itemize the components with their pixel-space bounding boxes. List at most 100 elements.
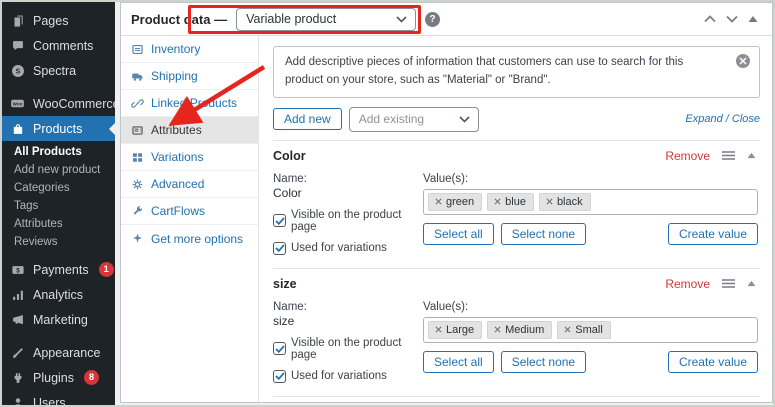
sidebar-item-comments[interactable]: Comments: [2, 33, 115, 58]
add-new-button[interactable]: Add new: [273, 108, 342, 131]
value-chip-label: black: [556, 195, 583, 208]
create-value-button[interactable]: Create value: [667, 350, 758, 373]
tab-linked-products[interactable]: Linked Products: [121, 90, 258, 117]
remove-value-icon[interactable]: [546, 198, 553, 205]
drag-handle-icon[interactable]: [722, 279, 735, 288]
value-chip-label: blue: [505, 195, 526, 208]
sidebar-item-label: Marketing: [33, 312, 88, 327]
sidebar-item-label: Pages: [33, 13, 69, 28]
remove-value-icon[interactable]: [435, 198, 442, 205]
remove-attribute-link[interactable]: Remove: [665, 149, 710, 163]
submenu-all-products[interactable]: All Products: [2, 143, 115, 161]
variations-checkbox-row[interactable]: Used for variations: [273, 241, 409, 255]
remove-attribute-link[interactable]: Remove: [665, 277, 710, 291]
tab-variations[interactable]: Variations: [121, 144, 258, 171]
values-input[interactable]: Large Medium Small: [423, 316, 758, 343]
plugins-badge: 8: [84, 370, 99, 385]
name-label: Name:: [273, 172, 307, 185]
tab-shipping[interactable]: Shipping: [121, 63, 258, 90]
sidebar-item-label: Spectra: [33, 63, 77, 78]
select-all-button[interactable]: Select all: [423, 350, 494, 373]
move-down-icon[interactable]: [726, 15, 738, 23]
attribute-header[interactable]: size Remove: [273, 269, 760, 299]
sidebar-item-pages[interactable]: Pages: [2, 8, 115, 33]
create-value-button[interactable]: Create value: [667, 222, 758, 245]
expand-link[interactable]: Expand: [685, 113, 722, 125]
value-chip-label: green: [446, 195, 475, 208]
move-up-icon[interactable]: [704, 15, 716, 23]
product-data-panel: Product data — Variable product ? Invent…: [120, 2, 773, 403]
attributes-toolbar: Add new Add existing Expand / Close: [273, 106, 760, 132]
attribute-header[interactable]: Color Remove: [273, 141, 760, 171]
toggle-panel-icon[interactable]: [748, 15, 758, 23]
tab-advanced[interactable]: Advanced: [121, 171, 258, 198]
dismiss-notice-icon[interactable]: [736, 54, 750, 68]
values-input[interactable]: green blue black: [423, 188, 758, 215]
select-none-button[interactable]: Select none: [500, 350, 587, 373]
close-link[interactable]: Close: [732, 113, 760, 125]
sidebar-item-analytics[interactable]: Analytics: [2, 282, 115, 307]
remove-value-icon[interactable]: [564, 326, 571, 333]
variations-checkbox-label: Used for variations: [291, 370, 387, 383]
sidebar-item-marketing[interactable]: Marketing: [2, 307, 115, 332]
visible-checkbox-row[interactable]: Visible on the product page: [273, 337, 409, 361]
value-chip: blue: [487, 192, 534, 211]
submenu-categories[interactable]: Categories: [2, 179, 115, 197]
advanced-gear-icon: [131, 178, 144, 191]
help-icon[interactable]: ?: [425, 11, 441, 27]
submenu-tags[interactable]: Tags: [2, 197, 115, 215]
sidebar-item-plugins[interactable]: Plugins 8: [2, 365, 115, 390]
sidebar-item-users[interactable]: Users: [2, 390, 115, 405]
sidebar-item-spectra[interactable]: S Spectra: [2, 58, 115, 83]
link-separator: /: [722, 113, 732, 126]
value-chip: green: [428, 192, 483, 211]
value-chip: Small: [557, 320, 611, 339]
visible-checkbox-label: Visible on the product page: [291, 208, 402, 233]
svg-text:S: S: [15, 68, 20, 75]
payments-icon: $: [10, 262, 25, 277]
tab-label: Variations: [151, 150, 204, 164]
product-type-select[interactable]: Variable product: [236, 7, 417, 31]
variations-checkbox[interactable]: [273, 369, 286, 383]
collapse-attribute-icon[interactable]: [747, 280, 756, 287]
inventory-icon: [131, 43, 144, 56]
submenu-reviews[interactable]: Reviews: [2, 233, 115, 251]
add-existing-select[interactable]: Add existing: [348, 106, 479, 132]
collapse-attribute-icon[interactable]: [747, 152, 756, 159]
submenu-attributes[interactable]: Attributes: [2, 215, 115, 233]
sidebar-item-products[interactable]: Products: [2, 116, 115, 141]
tab-inventory[interactable]: Inventory: [121, 36, 258, 63]
visible-checkbox-row[interactable]: Visible on the product page: [273, 209, 409, 233]
sidebar-item-label: Analytics: [33, 287, 84, 302]
variations-checkbox[interactable]: [273, 241, 286, 255]
product-data-header: Product data — Variable product ?: [121, 3, 772, 36]
tab-get-more-options[interactable]: Get more options: [121, 225, 258, 252]
sidebar-item-appearance[interactable]: Appearance: [2, 340, 115, 365]
sidebar-item-label: Users: [33, 395, 66, 406]
select-all-button[interactable]: Select all: [423, 222, 494, 245]
visible-checkbox[interactable]: [273, 214, 286, 228]
woocommerce-product-data-screen: Pages Comments S Spectra Woo WooCommerce…: [0, 0, 775, 407]
remove-value-icon[interactable]: [435, 326, 442, 333]
visible-checkbox[interactable]: [273, 342, 286, 356]
sidebar-item-payments[interactable]: $ Payments 1: [2, 257, 115, 282]
select-none-button[interactable]: Select none: [500, 222, 587, 245]
tab-cartflows[interactable]: CartFlows: [121, 198, 258, 225]
remove-value-icon[interactable]: [494, 326, 501, 333]
remove-value-icon[interactable]: [494, 198, 501, 205]
products-submenu: All Products Add new product Categories …: [2, 141, 115, 257]
tab-attributes[interactable]: Attributes: [121, 117, 258, 144]
visible-checkbox-label: Visible on the product page: [291, 336, 402, 361]
expand-close-links-top: Expand / Close: [685, 113, 760, 125]
drag-handle-icon[interactable]: [722, 151, 735, 160]
tab-label: Shipping: [151, 69, 198, 83]
value-chip-label: Small: [575, 323, 603, 336]
variations-checkbox-row[interactable]: Used for variations: [273, 369, 409, 383]
submenu-add-new-product[interactable]: Add new product: [2, 161, 115, 179]
sidebar-item-woocommerce[interactable]: Woo WooCommerce: [2, 91, 115, 116]
sidebar-item-label: Comments: [33, 38, 94, 53]
tab-label: Linked Products: [151, 96, 238, 110]
panel-title: Product data —: [131, 11, 228, 27]
attribute-body: Name: size Visible on the product page U…: [273, 299, 760, 396]
attribute-name: Color: [273, 148, 306, 163]
